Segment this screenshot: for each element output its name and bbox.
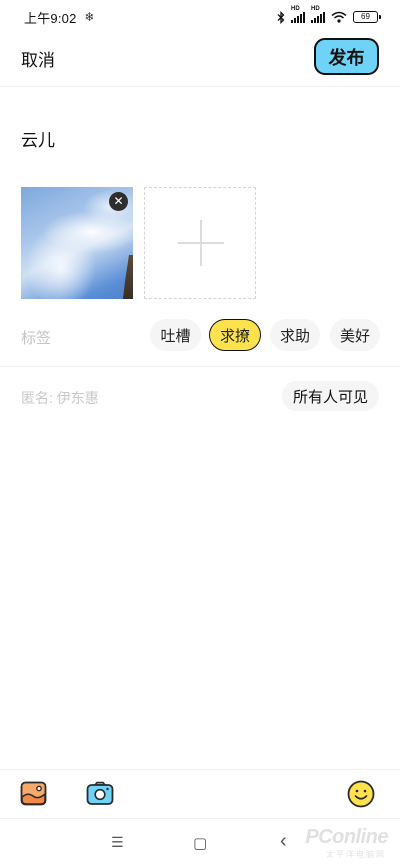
wifi-icon	[331, 11, 347, 23]
tags-label: 标签	[21, 330, 52, 347]
emoji-icon[interactable]	[347, 780, 375, 808]
bluetooth-icon	[277, 10, 285, 24]
tag-flirt-selected[interactable]: 求撩	[209, 319, 261, 351]
signal-icon: HD	[291, 6, 305, 23]
toolbar-divider	[0, 769, 400, 770]
cancel-button[interactable]: 取消	[21, 46, 55, 71]
camera-icon[interactable]	[86, 780, 114, 807]
publish-button[interactable]: 发布	[314, 38, 379, 75]
anonymous-name[interactable]: 匿名: 伊东惠	[21, 388, 99, 408]
status-icons: HD HD 69	[277, 6, 381, 24]
menu-button[interactable]: ☰	[111, 834, 124, 851]
tag-help[interactable]: 求助	[270, 319, 320, 351]
tag-complain[interactable]: 吐槽	[150, 319, 201, 351]
header: 取消 发布	[0, 38, 400, 76]
tag-beautiful[interactable]: 美好	[330, 319, 380, 351]
watermark-subtitle: 太平洋电脑网	[326, 850, 386, 859]
watermark-logo: PConline	[305, 826, 388, 848]
divider	[0, 86, 400, 87]
tree-branch	[123, 255, 133, 299]
image-icon[interactable]	[20, 780, 47, 807]
nav-divider	[0, 818, 400, 819]
visibility-selector[interactable]: 所有人可见	[281, 381, 379, 411]
remove-image-button[interactable]: ✕	[109, 192, 128, 211]
post-content-input[interactable]: 云儿	[21, 126, 55, 151]
signal-icon-2: HD	[311, 6, 325, 23]
status-time: 上午9:02	[24, 10, 77, 26]
back-button[interactable]: ‹	[280, 830, 287, 853]
home-button[interactable]: ▢	[193, 834, 207, 852]
add-image-button[interactable]	[144, 187, 256, 299]
snowflake-icon: ❄	[84, 10, 95, 24]
divider	[0, 366, 400, 367]
battery-indicator: 69	[353, 11, 381, 23]
status-bar: 上午9:02 ❄ HD HD 69	[0, 0, 400, 34]
